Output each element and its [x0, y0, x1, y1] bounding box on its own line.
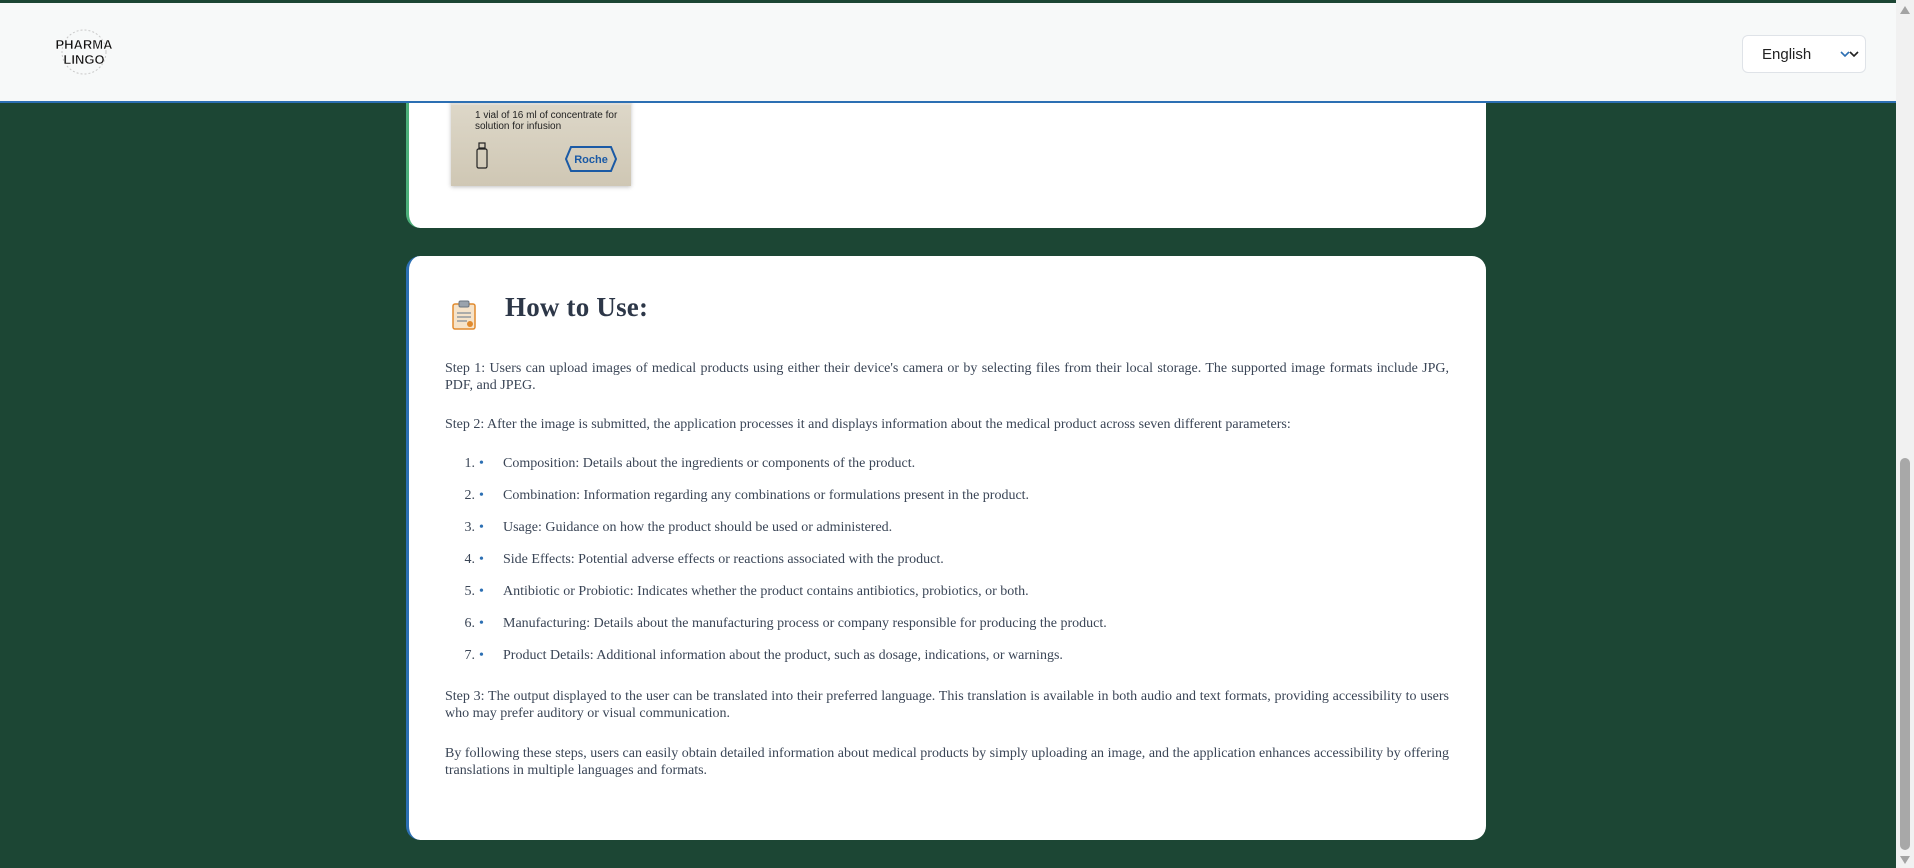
parameters-list: 1. • Composition: Details about the ingred…	[445, 456, 1107, 680]
pharma-lingo-logo[interactable]: PHARMA LINGO	[44, 27, 124, 77]
logo-line2: LINGO	[63, 52, 104, 67]
list-item: 6. • Manufacturing: Details about the manu…	[445, 616, 1107, 648]
list-item-number: 7.	[464, 648, 476, 663]
step-2-text: Step 2: After the image is submitted, th…	[445, 417, 1291, 432]
scroll-up-arrow-icon[interactable]	[1900, 6, 1910, 14]
list-item-number: 5.	[464, 584, 476, 599]
list-item-bullet: •	[479, 488, 484, 503]
list-item: 5. • Antibiotic or Probiotic: Indicates wh…	[445, 584, 1107, 616]
list-item-bullet: •	[479, 520, 484, 535]
scrollbar-thumb[interactable]	[1900, 458, 1910, 850]
list-item-bullet: •	[479, 648, 484, 663]
list-item-bullet: •	[479, 584, 484, 599]
step-3-text: Step 3: The output displayed to the user…	[445, 689, 1449, 721]
list-item: 2. • Combination: Information regarding an…	[445, 488, 1107, 520]
product-box-text: 1 vial of 16 ml of concentrate for solut…	[475, 110, 618, 132]
list-item: 7. • Product Details: Additional informati…	[445, 648, 1107, 680]
language-select[interactable]: English	[1742, 35, 1866, 73]
list-item-number: 4.	[464, 552, 476, 567]
list-item: 4. • Side Effects: Potential adverse effec…	[445, 552, 1107, 584]
list-item-number: 6.	[464, 616, 476, 631]
top-header: PHARMA LINGO English	[0, 0, 1896, 103]
roche-logo-text: Roche	[574, 154, 608, 166]
language-select-value: English	[1762, 45, 1812, 63]
scroll-down-arrow-icon[interactable]	[1900, 856, 1910, 864]
closing-text: By following these steps, users can easi…	[445, 746, 1449, 778]
how-to-use-title: How to Use:	[505, 292, 649, 322]
chevron-down-icon	[1840, 51, 1859, 58]
vertical-scrollbar[interactable]	[1896, 0, 1914, 868]
list-item-text: Usage: Guidance on how the product shoul…	[503, 520, 893, 535]
list-item-text: Side Effects: Potential adverse effects …	[503, 552, 944, 567]
clipboard-icon	[452, 300, 476, 330]
step-1-text: Step 1: Users can upload images of medic…	[445, 361, 1449, 393]
list-item-text: Composition: Details about the ingredien…	[503, 456, 916, 471]
list-item-text: Antibiotic or Probiotic: Indicates wheth…	[503, 584, 1029, 599]
list-item-text: Manufacturing: Details about the manufac…	[503, 616, 1107, 631]
list-item: 1. • Composition: Details about the ingred…	[445, 456, 1107, 488]
logo-line1: PHARMA	[55, 37, 113, 52]
roche-logo: Roche	[565, 146, 617, 172]
list-item-text: Product Details: Additional information …	[503, 648, 1063, 663]
list-item-number: 2.	[464, 488, 476, 503]
list-item-bullet: •	[479, 456, 484, 471]
list-item: 3. • Usage: Guidance on how the product sh…	[445, 520, 1107, 552]
list-item-bullet: •	[479, 616, 484, 631]
list-item-text: Combination: Information regarding any c…	[503, 488, 1030, 503]
how-to-use-card: How to Use: Step 1: Users can upload ima…	[406, 256, 1486, 840]
vial-icon	[476, 142, 488, 169]
list-item-bullet: •	[479, 552, 484, 567]
list-item-number: 3.	[464, 520, 476, 535]
list-item-number: 1.	[464, 456, 476, 471]
